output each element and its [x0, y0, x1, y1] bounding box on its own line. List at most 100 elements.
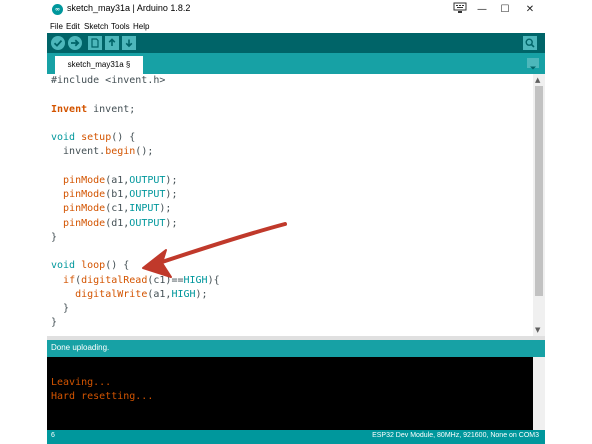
arduino-ide-window: ∞ sketch_may31a | Arduino 1.8.2 — ☐ ✕ Fi… — [47, 0, 545, 444]
code-token: HIGH — [183, 274, 208, 286]
code-token: pinMode — [63, 189, 106, 200]
chevron-down-icon — [530, 66, 536, 70]
code-token: (); — [135, 146, 154, 158]
code-token: (a1, — [147, 288, 172, 300]
serial-monitor-button[interactable] — [523, 36, 537, 50]
code-line[interactable]: void setup() { — [51, 131, 220, 145]
code-line[interactable]: pinMode(c1,INPUT); — [51, 202, 220, 216]
code-line[interactable] — [51, 160, 220, 174]
menu-sketch[interactable]: Sketch — [84, 20, 108, 33]
code-line[interactable]: if(digitalRead(c1)==HIGH){ — [51, 274, 220, 288]
code-token: begin — [105, 146, 136, 158]
title-bar: ∞ sketch_may31a | Arduino 1.8.2 — ☐ ✕ — [47, 0, 545, 20]
new-button[interactable] — [88, 36, 102, 50]
bottom-status-bar: 6 ESP32 Dev Module, 80MHz, 921600, None … — [47, 430, 545, 444]
code-token: setup — [81, 132, 112, 143]
console-scrollbar[interactable] — [533, 357, 545, 430]
code-token: #include <invent.h> — [51, 75, 166, 86]
menu-bar: File Edit Sketch Tools Help — [47, 20, 545, 33]
code-line[interactable] — [51, 117, 220, 131]
console-line: Hard resetting... — [51, 391, 154, 402]
code-token: } — [51, 317, 58, 329]
menu-file[interactable]: File — [50, 20, 63, 33]
keyboard-icon[interactable] — [449, 2, 471, 17]
code-line[interactable]: } — [51, 316, 220, 330]
code-line[interactable]: pinMode(b1,OUTPUT); — [51, 188, 220, 202]
scrollbar-thumb[interactable] — [535, 86, 543, 296]
open-icon — [108, 38, 116, 46]
window-title: sketch_may31a | Arduino 1.8.2 — [67, 3, 191, 13]
code-token: OUTPUT — [129, 174, 166, 186]
code-line[interactable]: digitalWrite(a1,HIGH); — [51, 288, 220, 302]
keyboard-svg-icon — [453, 2, 467, 13]
code-token: ); — [195, 288, 208, 300]
status-bar: Done uploading. — [47, 340, 545, 357]
menu-tools[interactable]: Tools — [111, 20, 130, 33]
code-token: (d1, — [105, 217, 130, 229]
code-text[interactable]: #include <invent.h> Invent invent; void … — [51, 74, 220, 331]
tab-menu-button[interactable] — [527, 58, 539, 70]
console-output[interactable]: - - - - - - - - - - - - - Leaving... Har… — [47, 357, 533, 430]
close-button[interactable]: ✕ — [519, 2, 541, 17]
code-line[interactable]: invent.begin(); — [51, 145, 220, 159]
code-line[interactable] — [51, 245, 220, 259]
code-token: if — [63, 274, 76, 286]
editor-scrollbar[interactable]: ▲ ▼ — [533, 74, 545, 336]
code-line[interactable]: void loop() { — [51, 259, 220, 273]
code-token: void — [51, 132, 76, 143]
tab-sketch[interactable]: sketch_may31a § — [55, 56, 143, 74]
scroll-down-icon[interactable]: ▼ — [535, 326, 540, 334]
code-token: ); — [165, 217, 178, 229]
board-info: ESP32 Dev Module, 80MHz, 921600, None on… — [372, 432, 539, 439]
code-token: pinMode — [63, 174, 106, 186]
code-token: (c1)== — [147, 274, 184, 286]
code-line[interactable]: } — [51, 302, 220, 316]
code-token: pinMode — [63, 203, 106, 215]
toolbar — [47, 33, 545, 53]
code-token: OUTPUT — [129, 189, 166, 200]
code-token: loop — [81, 260, 106, 272]
code-line[interactable]: pinMode(d1,OUTPUT); — [51, 217, 220, 231]
code-line[interactable] — [51, 88, 220, 102]
code-line[interactable]: } — [51, 231, 220, 245]
code-line[interactable]: Invent invent; — [51, 103, 220, 117]
verify-icon — [53, 39, 63, 47]
line-number: 6 — [51, 432, 55, 439]
maximize-button[interactable]: ☐ — [494, 2, 516, 17]
code-token: HIGH — [171, 288, 196, 300]
code-token: OUTPUT — [129, 217, 166, 229]
new-icon — [91, 38, 99, 48]
open-button[interactable] — [105, 36, 119, 50]
code-token: () { — [105, 260, 130, 272]
upload-button[interactable] — [68, 36, 82, 50]
code-line[interactable]: pinMode(a1,OUTPUT); — [51, 174, 220, 188]
tab-bar: sketch_may31a § — [47, 53, 545, 74]
code-line[interactable]: #include <invent.h> — [51, 74, 220, 88]
code-editor[interactable]: #include <invent.h> Invent invent; void … — [47, 74, 533, 336]
console-line-clipped: - - - - - - - - - - - - - — [51, 357, 202, 359]
minimize-button[interactable]: — — [471, 2, 493, 17]
scroll-up-icon[interactable]: ▲ — [535, 76, 540, 84]
code-token: (a1, — [105, 174, 130, 186]
code-token: ){ — [207, 274, 220, 286]
console-line: Leaving... — [51, 377, 112, 388]
code-token: (c1, — [105, 203, 130, 215]
arduino-logo-icon: ∞ — [52, 4, 63, 15]
code-token: invent. — [51, 146, 106, 158]
menu-edit[interactable]: Edit — [66, 20, 80, 33]
menu-help[interactable]: Help — [133, 20, 149, 33]
save-button[interactable] — [122, 36, 136, 50]
code-token: INPUT — [129, 203, 160, 215]
code-token: } — [51, 231, 58, 243]
code-token: digitalWrite — [75, 288, 148, 300]
status-message: Done uploading. — [51, 343, 110, 352]
upload-icon — [71, 39, 80, 47]
code-token: invent; — [87, 103, 136, 115]
code-token: } — [51, 303, 70, 314]
code-token: ); — [159, 203, 172, 215]
verify-button[interactable] — [51, 36, 65, 50]
